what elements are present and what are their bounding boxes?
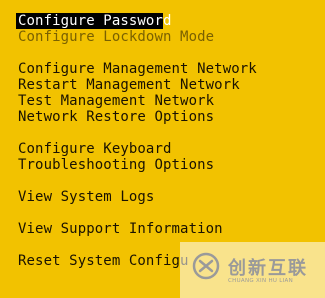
menu-item-configure-management-network[interactable]: Configure Management Network — [16, 61, 325, 77]
menu-item-network-restore-options[interactable]: Network Restore Options — [16, 109, 325, 125]
menu-item-configure-lockdown-mode[interactable]: Configure Lockdown Mode — [16, 29, 325, 45]
menu-item-view-support-information[interactable]: View Support Information — [16, 221, 325, 237]
menu-item-restart-management-network[interactable]: Restart Management Network — [16, 77, 325, 93]
chuangxin-logo-icon — [192, 252, 220, 280]
menu-spacer — [16, 125, 325, 141]
menu-spacer — [16, 173, 325, 189]
watermark-text-en: CHUANG XIN HU LIAN — [228, 278, 294, 284]
menu-item-configure-keyboard[interactable]: Configure Keyboard — [16, 141, 325, 157]
menu-spacer — [16, 205, 325, 221]
watermark-text-cn: 创新互联 — [228, 258, 308, 279]
menu-item-test-management-network[interactable]: Test Management Network — [16, 93, 325, 109]
dcui-main-menu: Configure Password Configure Lockdown Mo… — [16, 13, 325, 269]
menu-item-view-system-logs[interactable]: View System Logs — [16, 189, 325, 205]
watermark-overlay: 创新互联 CHUANG XIN HU LIAN — [180, 242, 325, 298]
menu-spacer — [16, 45, 325, 61]
menu-item-configure-password[interactable]: Configure Password — [16, 13, 171, 29]
menu-item-troubleshooting-options[interactable]: Troubleshooting Options — [16, 157, 325, 173]
